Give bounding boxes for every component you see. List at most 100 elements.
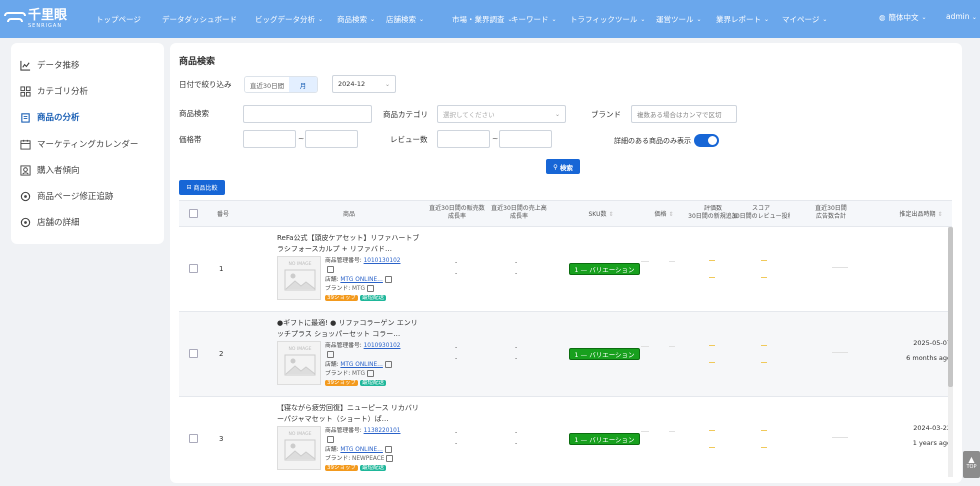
listed-date-relative: 6 months ago bbox=[906, 354, 951, 362]
store-link[interactable]: MTG ONLINE… bbox=[340, 362, 383, 368]
sidebar-item-label: データ推移 bbox=[37, 61, 80, 71]
price-min-input[interactable] bbox=[243, 130, 296, 148]
mgmt-number-label: 商品管理番号: bbox=[325, 343, 362, 349]
nav-item-3[interactable]: 商品検索 ⌄ bbox=[337, 0, 375, 38]
brand-input[interactable]: 複数ある場合はカンマで区切 bbox=[631, 105, 737, 123]
review-min-input[interactable] bbox=[437, 130, 490, 148]
mgmt-number-link[interactable]: 1138220101 bbox=[364, 428, 401, 434]
chevron-down-icon: ⌄ bbox=[318, 15, 324, 23]
table-scrollbar[interactable] bbox=[948, 227, 953, 477]
line-chart-icon bbox=[20, 60, 37, 71]
category-label: 商品カテゴリ bbox=[383, 110, 428, 119]
copy-icon[interactable] bbox=[327, 436, 334, 444]
copy-icon[interactable] bbox=[386, 455, 394, 463]
reviews-indicator bbox=[709, 260, 715, 261]
detail-only-toggle[interactable] bbox=[694, 134, 719, 147]
nav-item-10[interactable]: マイページ ⌄ bbox=[782, 0, 827, 38]
product-name[interactable]: 【寝ながら疲労回復】ニューピース リカバリーパジャマセット（ショート）ぱ… bbox=[277, 403, 422, 424]
user-menu[interactable]: admin ⌄ bbox=[946, 12, 977, 21]
row-checkbox[interactable] bbox=[189, 349, 198, 358]
copy-icon[interactable] bbox=[367, 370, 375, 378]
sidebar-item-2[interactable]: 商品の分析 bbox=[20, 111, 80, 123]
review-count-label: レビュー数 bbox=[390, 135, 428, 144]
mgmt-number-link[interactable]: 1010930102 bbox=[364, 343, 401, 349]
nav-item-5[interactable]: 市場・業界調査 ⌄ bbox=[452, 0, 513, 38]
month-select[interactable]: 2024-12 ⌄ bbox=[332, 75, 396, 93]
score-indicator bbox=[761, 260, 767, 261]
sidebar-item-5[interactable]: 商品ページ修正追跡 bbox=[20, 190, 113, 202]
brand-value: MTG bbox=[352, 371, 366, 378]
no-image-label: NO IMAGE bbox=[288, 262, 312, 267]
row-number: 1 bbox=[219, 265, 224, 273]
nav-item-6[interactable]: キーワード ⌄ bbox=[511, 0, 557, 38]
store-link[interactable]: MTG ONLINE… bbox=[340, 447, 383, 453]
brand-subtitle: SENRIGAN bbox=[28, 23, 63, 29]
nav-item-4[interactable]: 店舗検索 ⌄ bbox=[386, 0, 424, 38]
product-name[interactable]: ReFa公式【頭皮ケアセット】リファハートブラシフォースカルプ + リファバド… bbox=[277, 233, 422, 254]
nav-item-label: トラフィックツール bbox=[570, 14, 638, 24]
product-meta: 商品管理番号: 1010130102 店舗: MTG ONLINE… ブランド:… bbox=[325, 258, 400, 301]
nav-item-1[interactable]: データダッシュボード bbox=[162, 0, 237, 38]
copy-icon[interactable] bbox=[384, 360, 392, 368]
product-search-input[interactable] bbox=[243, 105, 372, 123]
price-max-input[interactable] bbox=[305, 130, 358, 148]
chevron-down-icon: ⌄ bbox=[370, 15, 376, 23]
sidebar-item-4[interactable]: 購入者傾向 bbox=[20, 164, 80, 176]
nav-item-label: マイページ bbox=[782, 14, 820, 24]
store-label: 店舗: bbox=[325, 276, 339, 283]
store-link[interactable]: MTG ONLINE… bbox=[340, 277, 383, 283]
search-button-label: 検索 bbox=[559, 163, 573, 172]
header-ad-count[interactable]: 直近30日間 広告数合計 bbox=[805, 205, 857, 221]
nav-item-2[interactable]: ビッグデータ分析 ⌄ bbox=[255, 0, 323, 38]
copy-icon[interactable] bbox=[327, 266, 334, 274]
segment-last-30-days[interactable]: 直近30日間 bbox=[245, 77, 289, 92]
segment-month[interactable]: 月 bbox=[289, 77, 317, 92]
category-select[interactable]: 選択してください ⌄ bbox=[437, 105, 566, 123]
chevron-down-icon: ⌄ bbox=[419, 15, 425, 23]
copy-icon[interactable] bbox=[327, 351, 334, 359]
no-image-label: NO IMAGE bbox=[288, 347, 312, 352]
row-checkbox[interactable] bbox=[189, 434, 198, 443]
nav-item-7[interactable]: トラフィックツール ⌄ bbox=[570, 0, 645, 38]
reviews-indicator bbox=[709, 430, 715, 431]
nav-item-9[interactable]: 業界レポート ⌄ bbox=[716, 0, 769, 38]
header-score[interactable]: スコア 30日間のレビュー投稿 bbox=[732, 205, 790, 221]
score-indicator bbox=[761, 430, 767, 431]
header-sales-growth[interactable]: 直近30日間の販売数 成長率 bbox=[425, 205, 489, 221]
sidebar-item-0[interactable]: データ推移 bbox=[20, 59, 80, 71]
brand-value: NEWPEACE bbox=[352, 456, 385, 463]
nav-item-label: 業界レポート bbox=[716, 14, 761, 24]
select-all-checkbox[interactable] bbox=[189, 209, 198, 218]
date-filter-label: 日付で絞り込み bbox=[179, 80, 232, 89]
header-listed-date[interactable]: 推定出品時期 ⇕ bbox=[891, 211, 951, 219]
brand-label: ブランド: bbox=[325, 286, 351, 293]
header-price-label: 価格 bbox=[654, 211, 667, 218]
brand-logo[interactable]: 千里眼 SENRIGAN bbox=[0, 8, 85, 30]
sort-icon: ⇕ bbox=[668, 211, 674, 218]
compare-products-button[interactable]: ⊟ 商品比較 bbox=[179, 180, 225, 195]
no-image-label: NO IMAGE bbox=[288, 432, 312, 437]
header-revenue-growth[interactable]: 直近30日間の売上高 成長率 bbox=[487, 205, 551, 221]
copy-icon[interactable] bbox=[384, 275, 392, 283]
sidebar-item-3[interactable]: マーケティングカレンダー bbox=[20, 138, 138, 150]
product-name[interactable]: ●ギフトに最適! ● リファコラーゲン エンリッチプラス ショッパーセット コラ… bbox=[277, 318, 422, 339]
nav-item-0[interactable]: トップページ bbox=[96, 0, 141, 38]
search-button[interactable]: ⚲ 検索 bbox=[546, 159, 580, 174]
back-to-top-button[interactable]: ▲ TOP bbox=[963, 451, 980, 478]
sidebar-item-6[interactable]: 店舗の詳細 bbox=[20, 216, 80, 228]
header-price[interactable]: 価格 ⇕ bbox=[649, 211, 679, 219]
arrow-up-icon: ▲ bbox=[968, 455, 975, 464]
sidebar-item-1[interactable]: カテゴリ分析 bbox=[20, 85, 88, 97]
review-max-input[interactable] bbox=[499, 130, 552, 148]
copy-icon[interactable] bbox=[384, 445, 392, 453]
row-number: 3 bbox=[219, 435, 224, 443]
nav-item-8[interactable]: 運営ツール ⌄ bbox=[656, 0, 702, 38]
scrollbar-thumb[interactable] bbox=[948, 227, 953, 387]
row-checkbox[interactable] bbox=[189, 264, 198, 273]
copy-icon[interactable] bbox=[367, 285, 375, 293]
mgmt-number-link[interactable]: 1010130102 bbox=[364, 258, 401, 264]
header-sku[interactable]: SKU数 ⇕ bbox=[581, 211, 621, 219]
chevron-down-icon: ⌄ bbox=[554, 111, 560, 118]
language-switcher[interactable]: ◍ 簡体中文 ⌄ bbox=[879, 12, 927, 23]
brand-label: ブランド bbox=[591, 110, 621, 119]
